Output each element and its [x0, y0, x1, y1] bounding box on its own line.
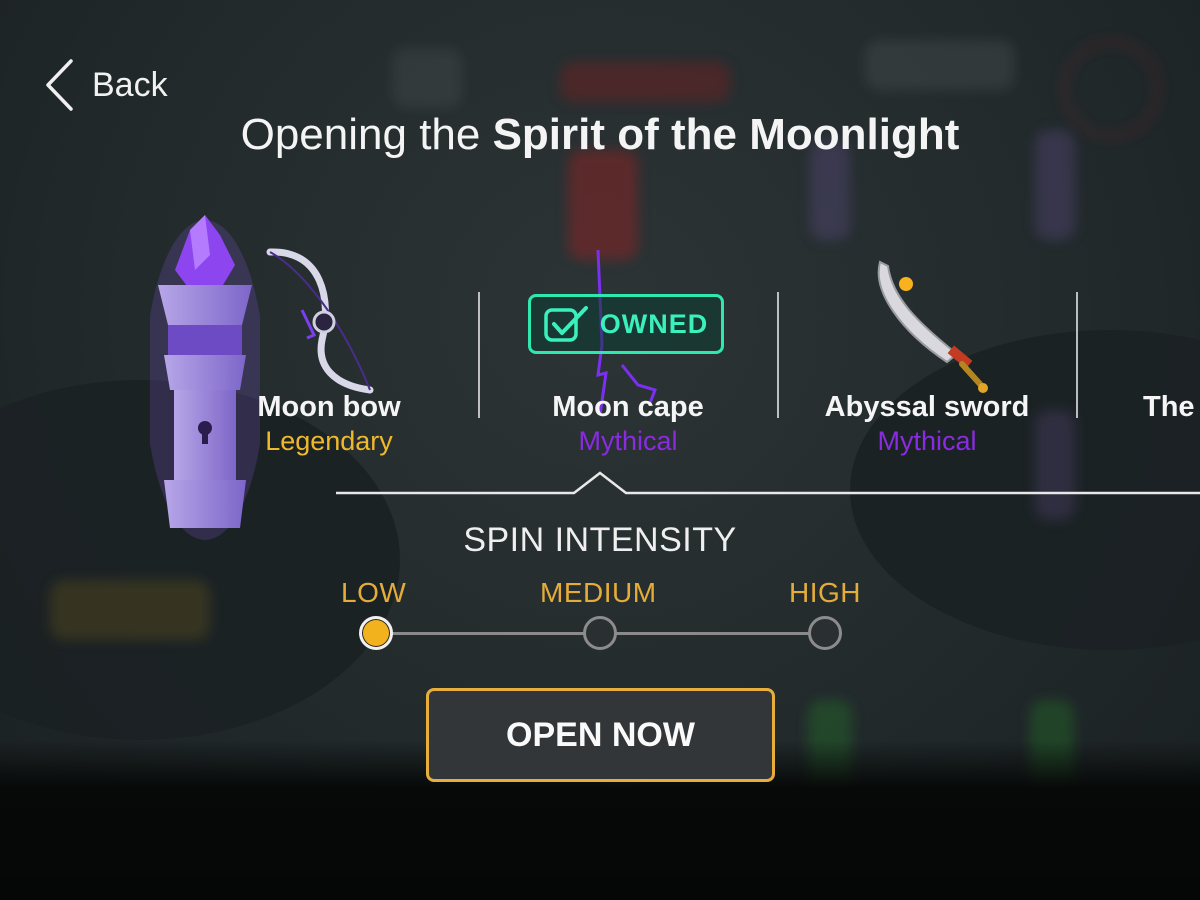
item-divider	[777, 292, 779, 418]
chest-tower-icon	[150, 215, 260, 540]
item-name: Abyssal sword	[824, 391, 1030, 423]
title-prefix: Opening the	[240, 110, 493, 159]
reward-item[interactable]: Moon cape Mythical	[488, 390, 768, 458]
reward-item[interactable]: Moon bow Legendary	[189, 390, 469, 458]
item-rarity: Legendary	[265, 426, 393, 456]
item-name: The	[1143, 391, 1195, 423]
item-name: Moon bow	[257, 391, 401, 423]
sword-icon	[877, 260, 988, 393]
chest-name: Spirit of the Moonlight	[492, 110, 960, 159]
item-rarity: Mythical	[578, 426, 678, 456]
checkmark-icon	[544, 306, 588, 342]
spin-intensity-title: SPIN INTENSITY	[463, 521, 737, 559]
reward-item[interactable]: Abyssal sword Mythical	[787, 390, 1067, 458]
selection-pointer	[336, 471, 1200, 495]
owned-badge: OWNED	[528, 294, 724, 354]
level-label-low[interactable]: LOW	[341, 577, 406, 609]
background-item	[568, 150, 638, 260]
background-item	[50, 580, 210, 640]
back-button[interactable]: Back	[44, 58, 168, 112]
back-label: Back	[92, 65, 168, 104]
background-item	[560, 62, 730, 102]
level-label-medium[interactable]: MEDIUM	[540, 577, 657, 609]
item-rarity: Mythical	[877, 426, 977, 456]
open-now-button[interactable]: OPEN NOW	[426, 688, 775, 782]
intensity-option-medium[interactable]	[583, 616, 617, 650]
owned-label: OWNED	[599, 308, 709, 339]
intensity-option-low[interactable]	[359, 616, 393, 650]
level-label-high[interactable]: HIGH	[789, 577, 861, 609]
reward-item[interactable]: The	[1086, 390, 1200, 424]
background-item	[392, 48, 462, 108]
item-divider	[1076, 292, 1078, 418]
item-divider	[478, 292, 480, 418]
page-title: Opening the Spirit of the Moonlight	[0, 110, 1200, 160]
item-name: Moon cape	[552, 391, 704, 423]
intensity-option-high[interactable]	[808, 616, 842, 650]
background-item	[865, 40, 1015, 90]
chevron-left-icon	[46, 59, 73, 111]
bow-icon	[266, 248, 374, 394]
